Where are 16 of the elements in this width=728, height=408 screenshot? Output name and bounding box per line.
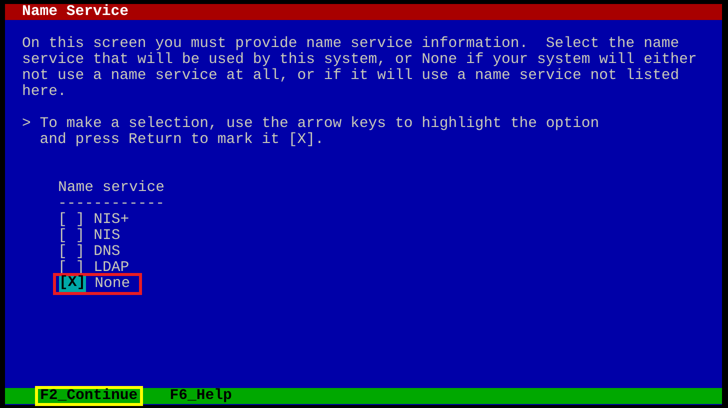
- option-label[interactable]: None: [94, 276, 130, 292]
- checkbox[interactable]: [ ]: [58, 228, 85, 244]
- function-key[interactable]: F6_Help: [170, 388, 232, 404]
- option-label[interactable]: DNS: [94, 244, 120, 260]
- option-label[interactable]: LDAP: [94, 260, 130, 276]
- checkbox[interactable]: [ ]: [58, 212, 85, 228]
- function-key[interactable]: F2_Continue: [35, 386, 143, 406]
- checkbox[interactable]: [X]: [59, 276, 86, 292]
- heading-underline: ------------: [58, 196, 165, 212]
- checkbox[interactable]: [ ]: [58, 244, 85, 260]
- instruction-text: > To make a selection, use the arrow keys to highlight the option and press Return to mark it [X].: [22, 116, 600, 148]
- intro-paragraph: On this screen you must provide name service information. Select the name service that will be used by this system, or None if your system will either not use a name service at all, or if it will use a name service not listed here.: [22, 36, 698, 100]
- list-heading: Name service: [58, 180, 165, 196]
- screen-title: Name Service: [22, 4, 129, 20]
- option-label[interactable]: NIS: [94, 228, 120, 244]
- option-label[interactable]: NIS+: [94, 212, 130, 228]
